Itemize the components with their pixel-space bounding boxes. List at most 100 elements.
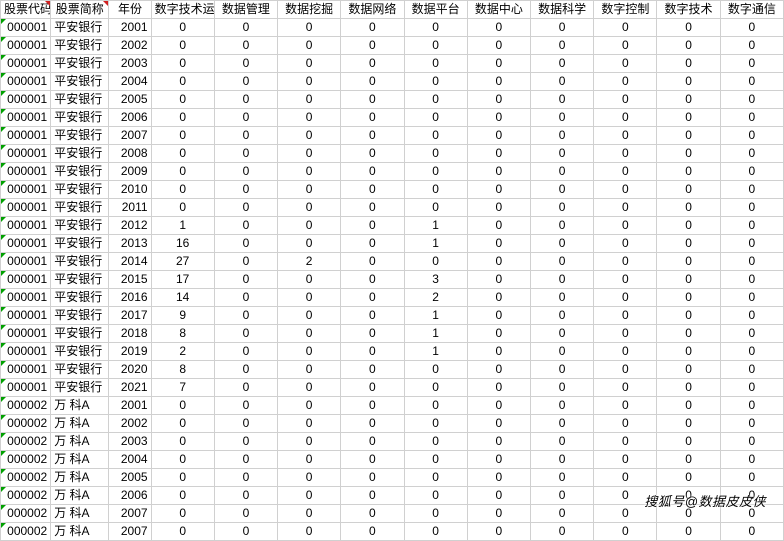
- cell[interactable]: 0: [720, 271, 783, 289]
- cell[interactable]: 平安银行: [51, 253, 109, 271]
- cell[interactable]: 0: [720, 19, 783, 37]
- cell[interactable]: 0: [467, 217, 530, 235]
- cell[interactable]: 7: [151, 379, 214, 397]
- cell[interactable]: 0: [278, 199, 341, 217]
- cell[interactable]: 0: [594, 91, 657, 109]
- cell[interactable]: 0: [594, 325, 657, 343]
- cell[interactable]: 平安银行: [51, 379, 109, 397]
- cell[interactable]: 0: [341, 253, 404, 271]
- cell[interactable]: 2009: [109, 163, 151, 181]
- cell[interactable]: 万 科A: [51, 397, 109, 415]
- cell[interactable]: 0: [278, 433, 341, 451]
- cell[interactable]: 0: [214, 55, 277, 73]
- cell[interactable]: 0: [720, 415, 783, 433]
- cell[interactable]: 0: [214, 271, 277, 289]
- cell[interactable]: 0: [657, 55, 720, 73]
- cell[interactable]: 2002: [109, 37, 151, 55]
- cell[interactable]: 0: [278, 469, 341, 487]
- cell[interactable]: 0: [720, 343, 783, 361]
- cell[interactable]: 0: [657, 487, 720, 505]
- cell[interactable]: 0: [341, 415, 404, 433]
- cell[interactable]: 平安银行: [51, 289, 109, 307]
- column-header[interactable]: 数据中心: [467, 1, 530, 19]
- cell[interactable]: 0: [214, 523, 277, 541]
- cell[interactable]: 0: [530, 163, 593, 181]
- cell[interactable]: 0: [467, 55, 530, 73]
- cell[interactable]: 0: [467, 109, 530, 127]
- cell[interactable]: 1: [404, 307, 467, 325]
- cell[interactable]: 万 科A: [51, 487, 109, 505]
- cell[interactable]: 0: [404, 253, 467, 271]
- cell[interactable]: 0: [594, 469, 657, 487]
- cell[interactable]: 0: [467, 145, 530, 163]
- cell[interactable]: 2015: [109, 271, 151, 289]
- cell[interactable]: 0: [530, 91, 593, 109]
- cell[interactable]: 0: [467, 19, 530, 37]
- cell[interactable]: 0: [341, 37, 404, 55]
- cell[interactable]: 0: [720, 199, 783, 217]
- cell[interactable]: 平安银行: [51, 19, 109, 37]
- cell[interactable]: 000001: [1, 343, 51, 361]
- cell[interactable]: 0: [341, 199, 404, 217]
- cell[interactable]: 0: [720, 37, 783, 55]
- cell[interactable]: 0: [278, 379, 341, 397]
- cell[interactable]: 0: [530, 325, 593, 343]
- cell[interactable]: 0: [214, 487, 277, 505]
- cell[interactable]: 000001: [1, 127, 51, 145]
- cell[interactable]: 平安银行: [51, 235, 109, 253]
- cell[interactable]: 000001: [1, 37, 51, 55]
- cell[interactable]: 万 科A: [51, 469, 109, 487]
- cell[interactable]: 0: [341, 379, 404, 397]
- cell[interactable]: 000002: [1, 505, 51, 523]
- cell[interactable]: 2005: [109, 91, 151, 109]
- cell[interactable]: 0: [404, 199, 467, 217]
- cell[interactable]: 0: [404, 19, 467, 37]
- column-header[interactable]: 数据管理: [214, 1, 277, 19]
- cell[interactable]: 0: [404, 163, 467, 181]
- cell[interactable]: 0: [151, 91, 214, 109]
- cell[interactable]: 0: [467, 235, 530, 253]
- column-header[interactable]: 数据科学: [530, 1, 593, 19]
- cell[interactable]: 000002: [1, 415, 51, 433]
- cell[interactable]: 0: [467, 469, 530, 487]
- cell[interactable]: 0: [214, 19, 277, 37]
- cell[interactable]: 2001: [109, 397, 151, 415]
- cell[interactable]: 2007: [109, 127, 151, 145]
- cell[interactable]: 2: [404, 289, 467, 307]
- cell[interactable]: 0: [530, 37, 593, 55]
- cell[interactable]: 0: [278, 109, 341, 127]
- cell[interactable]: 0: [278, 127, 341, 145]
- cell[interactable]: 0: [467, 37, 530, 55]
- cell[interactable]: 0: [594, 307, 657, 325]
- cell[interactable]: 0: [404, 379, 467, 397]
- cell[interactable]: 0: [720, 145, 783, 163]
- cell[interactable]: 0: [530, 55, 593, 73]
- cell[interactable]: 0: [530, 523, 593, 541]
- cell[interactable]: 0: [214, 217, 277, 235]
- cell[interactable]: 0: [278, 505, 341, 523]
- cell[interactable]: 0: [151, 415, 214, 433]
- cell[interactable]: 0: [404, 397, 467, 415]
- cell[interactable]: 0: [151, 127, 214, 145]
- cell[interactable]: 0: [214, 181, 277, 199]
- cell[interactable]: 0: [720, 361, 783, 379]
- cell[interactable]: 0: [530, 469, 593, 487]
- cell[interactable]: 0: [214, 145, 277, 163]
- cell[interactable]: 2010: [109, 181, 151, 199]
- cell[interactable]: 0: [278, 361, 341, 379]
- cell[interactable]: 0: [720, 505, 783, 523]
- cell[interactable]: 0: [720, 289, 783, 307]
- cell[interactable]: 16: [151, 235, 214, 253]
- cell[interactable]: 0: [594, 145, 657, 163]
- cell[interactable]: 0: [657, 307, 720, 325]
- cell[interactable]: 2011: [109, 199, 151, 217]
- cell[interactable]: 0: [278, 181, 341, 199]
- cell[interactable]: 0: [214, 379, 277, 397]
- cell[interactable]: 000002: [1, 487, 51, 505]
- cell[interactable]: 0: [341, 55, 404, 73]
- cell[interactable]: 平安银行: [51, 163, 109, 181]
- cell[interactable]: 0: [151, 55, 214, 73]
- cell[interactable]: 0: [467, 523, 530, 541]
- cell[interactable]: 0: [214, 469, 277, 487]
- cell[interactable]: 2012: [109, 217, 151, 235]
